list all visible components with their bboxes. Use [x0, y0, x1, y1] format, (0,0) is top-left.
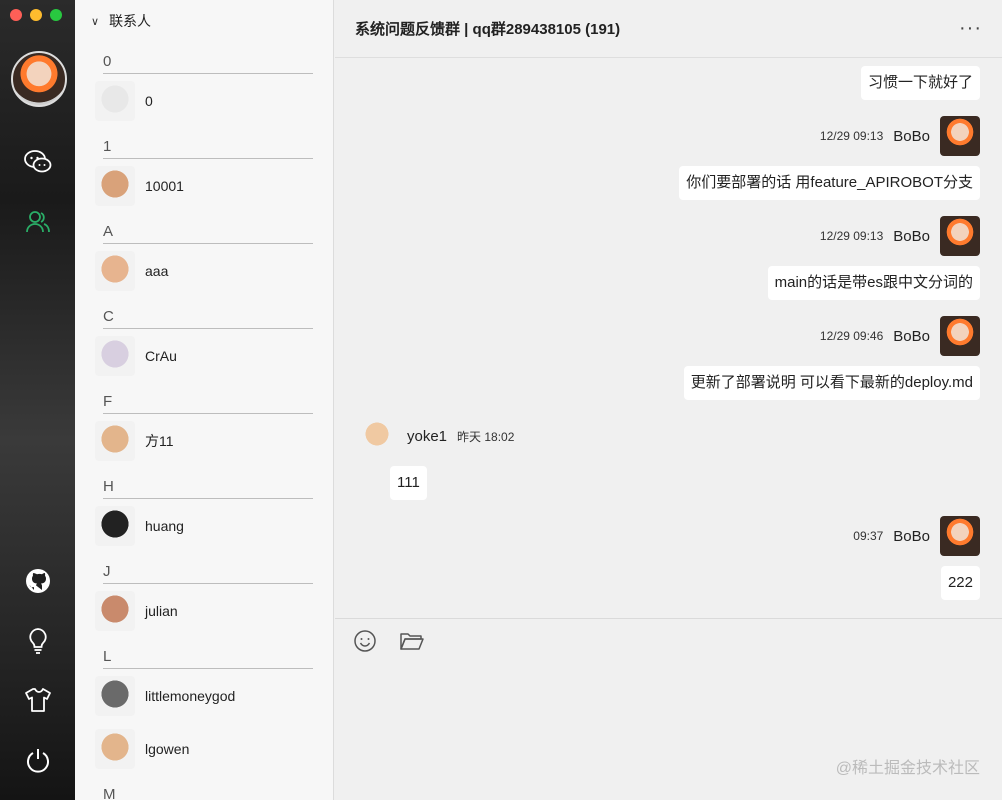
group-letter: 0	[103, 42, 313, 74]
contact-groups: 0 0 1 10001 Aaaa C CrAu F 方11 Hhuang Jjulian Llittl…	[75, 42, 333, 800]
message-time: 12/29 09:13	[819, 229, 884, 243]
message-bubble: 你们要部署的话 用feature_APIROBOT分支	[679, 166, 980, 200]
chat-title: 系统问题反馈群 | qq群289438105 (191)	[355, 21, 621, 38]
group-letter: 1	[103, 127, 313, 159]
group-letter: H	[103, 467, 313, 499]
contact-item[interactable]: 方11	[75, 414, 333, 467]
contact-item[interactable]: 10001	[75, 159, 333, 212]
contact-name: 0	[145, 92, 153, 109]
sender-name: BoBo	[893, 327, 930, 345]
chevron-down-icon: ∨	[91, 15, 100, 28]
sender-avatar[interactable]	[940, 516, 980, 556]
contact-avatar	[95, 250, 135, 291]
minimize-window-button[interactable]	[30, 9, 42, 21]
contacts-header-label: 联系人	[109, 13, 152, 29]
sender-name: yoke1	[407, 427, 448, 445]
message-bubble: 更新了部署说明 可以看下最新的deploy.md	[683, 366, 980, 400]
shirt-icon[interactable]	[22, 684, 54, 716]
watermark: @稀土掘金技术社区	[835, 760, 980, 777]
contact-item[interactable]: huang	[75, 499, 333, 552]
group-letter: J	[103, 552, 313, 584]
sender-avatar[interactable]	[940, 316, 980, 356]
contact-item[interactable]: lgowen	[75, 722, 333, 775]
message-bubble: 习惯一下就好了	[860, 66, 980, 100]
sender-avatar[interactable]	[940, 116, 980, 156]
message-time: 12/29 09:46	[819, 329, 884, 343]
message-composer[interactable]: @稀土掘金技术社区	[335, 618, 1002, 800]
sender-name: BoBo	[893, 527, 930, 545]
chat-icon[interactable]	[22, 146, 54, 178]
contact-avatar	[95, 505, 135, 546]
contact-name: aaa	[145, 262, 169, 279]
sender-name: BoBo	[893, 227, 930, 245]
contacts-icon[interactable]	[22, 206, 54, 238]
folder-icon[interactable]	[399, 629, 425, 658]
group-letter: A	[103, 212, 313, 244]
message-header: 12/29 09:46 BoBo	[820, 316, 980, 356]
contact-item[interactable]: aaa	[75, 244, 333, 297]
sender-name: BoBo	[893, 127, 930, 145]
message-bubble: 111	[390, 466, 427, 500]
message-list: 习惯一下就好了 12/29 09:13 BoBo 你们要部署的话 用featur…	[335, 58, 1002, 618]
emoji-icon[interactable]	[353, 629, 377, 658]
user-avatar[interactable]	[11, 51, 67, 107]
contact-list-panel: ∨ 联系人 0 0 1 10001 Aaaa C CrAu F 方11 Hhuang Jjulian…	[75, 0, 334, 800]
message-time: 昨天 18:02	[457, 429, 515, 444]
message-header: 12/29 09:13 BoBo	[820, 116, 980, 156]
composer-toolbar	[353, 629, 425, 658]
more-options-button[interactable]: ···	[959, 17, 982, 40]
power-icon[interactable]	[22, 744, 54, 776]
contact-avatar	[95, 165, 135, 206]
contact-avatar	[95, 675, 135, 716]
group-letter: M	[103, 775, 313, 800]
contact-name: littlemoneygod	[145, 687, 236, 704]
contact-name: 10001	[145, 177, 184, 194]
app-rail	[0, 0, 75, 800]
window-controls	[10, 9, 62, 21]
contact-item[interactable]: 0	[75, 74, 333, 127]
zoom-window-button[interactable]	[50, 9, 62, 21]
contact-avatar	[95, 420, 135, 461]
contact-name: julian	[145, 602, 178, 619]
contact-item[interactable]: julian	[75, 584, 333, 637]
message-header: 12/29 09:13 BoBo	[820, 216, 980, 256]
group-letter: C	[103, 297, 313, 329]
message-header: 09:37 BoBo	[853, 516, 980, 556]
message-bubble: main的话是带es跟中文分词的	[767, 266, 980, 300]
chat-panel: 系统问题反馈群 | qq群289438105 (191) ··· 习惯一下就好了…	[335, 0, 1002, 800]
github-icon[interactable]	[22, 565, 54, 597]
chat-header: 系统问题反馈群 | qq群289438105 (191) ···	[335, 0, 1002, 58]
group-letter: F	[103, 382, 313, 414]
contact-item[interactable]: CrAu	[75, 329, 333, 382]
message-time: 12/29 09:13	[819, 129, 884, 143]
contact-avatar	[95, 335, 135, 376]
contact-name: 方11	[145, 432, 174, 449]
contact-name: huang	[145, 517, 184, 534]
message-header: yoke1 昨天 18:02	[357, 416, 514, 456]
contact-name: CrAu	[145, 347, 177, 364]
contact-avatar	[95, 728, 135, 769]
contact-item[interactable]: littlemoneygod	[75, 669, 333, 722]
contacts-header[interactable]: ∨ 联系人	[75, 0, 333, 42]
sender-avatar[interactable]	[357, 416, 397, 456]
contact-avatar	[95, 590, 135, 631]
contact-name: lgowen	[145, 740, 190, 757]
message-time: 09:37	[853, 529, 884, 543]
contact-avatar	[95, 80, 135, 121]
lightbulb-icon[interactable]	[22, 625, 54, 657]
group-letter: L	[103, 637, 313, 669]
message-bubble: 222	[940, 566, 980, 600]
close-window-button[interactable]	[10, 9, 22, 21]
sender-avatar[interactable]	[940, 216, 980, 256]
